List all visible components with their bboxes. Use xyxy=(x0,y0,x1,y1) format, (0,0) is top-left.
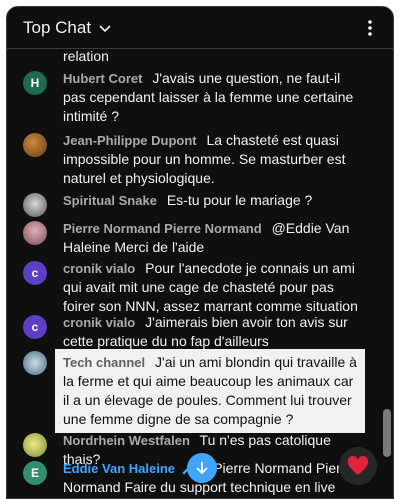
chat-message: H Hubert Coret J'avais une question, ne … xyxy=(7,69,377,126)
message-text: Es-tu pour le mariage ? xyxy=(166,192,313,208)
arrow-down-icon xyxy=(196,462,208,475)
chat-message: Jean-Philippe Dupont La chasteté est qua… xyxy=(7,131,377,188)
author-name[interactable]: Nordrhein Westfalen xyxy=(63,433,190,448)
chat-header: Top Chat xyxy=(7,7,393,49)
scrollbar-thumb[interactable] xyxy=(383,409,391,457)
avatar[interactable] xyxy=(23,133,47,157)
author-name[interactable]: Hubert Coret xyxy=(63,71,142,86)
more-vert-icon[interactable] xyxy=(361,19,379,37)
live-chat-panel: Top Chat relation H Hubert Coret J'avais… xyxy=(6,6,394,499)
author-name[interactable]: cronik vialo xyxy=(63,315,135,330)
message-text-partial: relation xyxy=(63,49,109,64)
chat-message: Spiritual Snake Es-tu pour le mariage ? xyxy=(7,191,377,217)
chat-mode-label: Top Chat xyxy=(23,18,92,37)
heart-icon xyxy=(347,456,369,475)
author-name[interactable]: Pierre Normand Pierre Normand xyxy=(63,221,262,236)
chat-message-list[interactable]: relation H Hubert Coret J'avais une ques… xyxy=(7,49,393,498)
avatar[interactable] xyxy=(23,221,47,245)
chat-message: Pierre Normand Pierre Normand @Eddie Van… xyxy=(7,219,377,257)
reaction-button[interactable] xyxy=(339,447,377,485)
author-name[interactable]: Tech channel xyxy=(63,355,145,370)
avatar[interactable]: H xyxy=(23,71,47,95)
avatar[interactable]: c xyxy=(23,261,47,285)
avatar[interactable] xyxy=(23,193,47,217)
author-name[interactable]: cronik vialo xyxy=(63,261,135,276)
avatar[interactable] xyxy=(23,433,47,457)
avatar[interactable]: c xyxy=(23,315,47,339)
author-name[interactable]: Spiritual Snake xyxy=(63,193,157,208)
avatar[interactable] xyxy=(23,351,47,375)
chat-message: c cronik vialo J'aimerais bien avoir ton… xyxy=(7,313,377,351)
avatar[interactable]: E xyxy=(23,461,47,485)
chat-mode-dropdown[interactable]: Top Chat xyxy=(23,18,113,38)
chat-message: c cronik vialo Pour l'anecdote je connai… xyxy=(7,259,377,316)
scroll-to-bottom-button[interactable] xyxy=(187,453,217,483)
author-name[interactable]: Jean-Philippe Dupont xyxy=(63,133,197,148)
author-name[interactable]: Eddie Van Haleine xyxy=(63,461,175,476)
chat-message-selected: Tech channel J'ai un ami blondin qui tra… xyxy=(23,349,365,433)
chevron-down-icon xyxy=(99,25,111,33)
